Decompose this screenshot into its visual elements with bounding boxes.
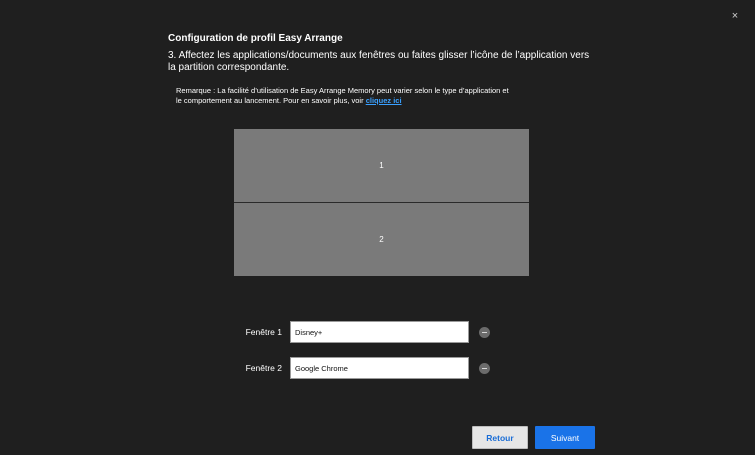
layout-preview: 1 2 xyxy=(234,129,529,276)
window-2-app-field[interactable]: Google Chrome xyxy=(290,357,469,379)
window-1-label: Fenêtre 1 xyxy=(245,327,282,337)
window-1-app-field[interactable]: Disney+ xyxy=(290,321,469,343)
step-instruction: 3. Affectez les applications/documents a… xyxy=(168,50,590,73)
note-text: Remarque : La facilité d’utilisation de … xyxy=(176,86,516,106)
next-button[interactable]: Suivant xyxy=(535,426,595,449)
partition-1[interactable]: 1 xyxy=(234,129,529,202)
learn-more-link[interactable]: cliquez ici xyxy=(366,96,402,105)
note-body: Remarque : La facilité d’utilisation de … xyxy=(176,86,509,105)
partition-2[interactable]: 2 xyxy=(234,203,529,276)
remove-window-1-icon[interactable] xyxy=(479,326,490,338)
close-icon[interactable]: × xyxy=(729,10,741,22)
back-button[interactable]: Retour xyxy=(472,426,528,449)
window-2-row: Fenêtre 2 Google Chrome xyxy=(230,357,490,379)
window-2-label: Fenêtre 2 xyxy=(245,363,282,373)
remove-window-2-icon[interactable] xyxy=(479,362,490,374)
window-1-row: Fenêtre 1 Disney+ xyxy=(230,321,490,343)
dialog-title: Configuration de profil Easy Arrange xyxy=(168,33,343,44)
easy-arrange-dialog: × Configuration de profil Easy Arrange 3… xyxy=(0,0,755,455)
